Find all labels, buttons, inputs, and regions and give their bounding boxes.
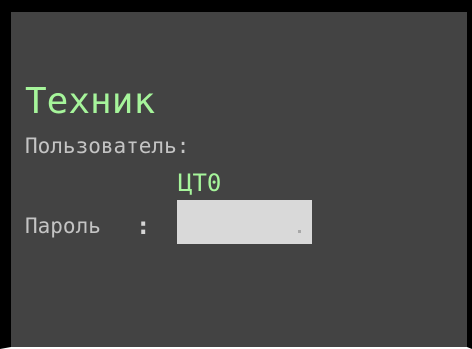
field-cursor-mark xyxy=(298,230,301,233)
role-title: Техник xyxy=(25,81,156,122)
password-field[interactable] xyxy=(177,200,312,244)
login-screen: Техник Пользователь: ЦТ0 Пароль : xyxy=(0,0,472,349)
password-colon: : xyxy=(136,212,151,240)
user-label: Пользователь: xyxy=(25,134,190,158)
password-label: Пароль xyxy=(25,214,101,238)
user-value[interactable]: ЦТ0 xyxy=(178,168,221,198)
